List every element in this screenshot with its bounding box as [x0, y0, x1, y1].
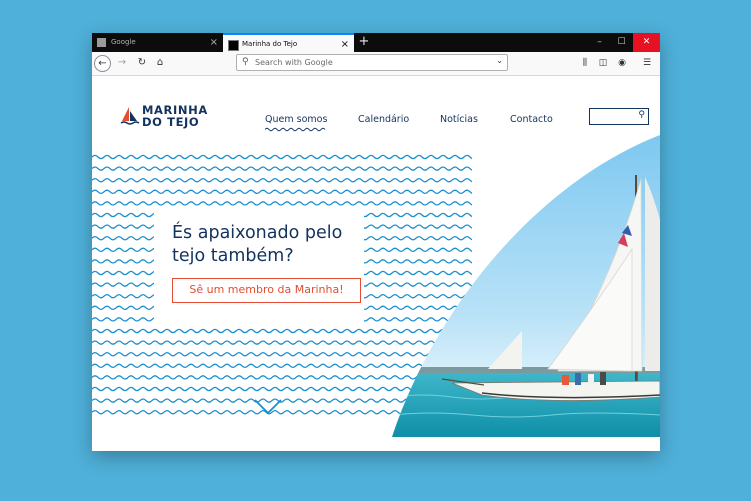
new-tab-button[interactable]: + [355, 33, 373, 52]
back-button[interactable]: ← [94, 55, 111, 72]
minimize-button[interactable]: – [588, 33, 611, 52]
scroll-down-chevron-icon[interactable] [253, 398, 283, 416]
nav-noticias[interactable]: Notícias [440, 114, 478, 125]
browser-toolbar: ← → ↻ ⌂ ⚲ Search with Google ⌄ ⫼ ◫ ◉ ☰ [92, 52, 660, 76]
google-favicon-icon [97, 38, 106, 47]
hero-title-line-1: És apaixonado pelo [172, 223, 343, 243]
home-button[interactable]: ⌂ [152, 55, 168, 71]
nav-calendario[interactable]: Calendário [358, 114, 409, 125]
menu-icon[interactable]: ☰ [640, 56, 654, 70]
tab-title: Marinha do Tejo [242, 40, 298, 48]
logo-line-2: DO TEJO [142, 115, 200, 129]
tab-bar: Google × Marinha do Tejo × + – ☐ ✕ [92, 33, 660, 52]
chevron-down-icon[interactable]: ⌄ [496, 56, 503, 65]
web-page: MARINHA DO TEJO Quem somos Calendário No… [92, 76, 660, 451]
hero-title: És apaixonado pelo tejo também? [172, 222, 372, 268]
address-bar[interactable]: ⚲ Search with Google ⌄ [236, 54, 508, 71]
tab-title: Google [111, 38, 136, 46]
address-placeholder: Search with Google [255, 58, 333, 67]
account-icon[interactable]: ◉ [615, 56, 629, 70]
browser-window: Google × Marinha do Tejo × + – ☐ ✕ ← → ↻… [92, 33, 660, 451]
site-search-input[interactable]: ⚲ [589, 108, 649, 125]
close-icon[interactable]: × [210, 33, 218, 52]
close-icon[interactable]: × [341, 35, 349, 52]
sail-logo-icon [120, 107, 140, 125]
library-icon[interactable]: ⫼ [578, 56, 592, 70]
site-favicon-icon [228, 40, 239, 51]
nav-contacto[interactable]: Contacto [510, 114, 553, 125]
sidebar-icon[interactable]: ◫ [596, 56, 610, 70]
tab-google[interactable]: Google × [92, 33, 223, 52]
search-icon: ⚲ [242, 57, 249, 67]
close-window-button[interactable]: ✕ [633, 33, 660, 52]
active-nav-wave-underline [265, 127, 326, 132]
join-member-button[interactable]: Sê um membro da Marinha! [172, 278, 361, 303]
search-icon[interactable]: ⚲ [638, 110, 645, 120]
nav-quem-somos[interactable]: Quem somos [265, 114, 327, 125]
tab-marinha-do-tejo[interactable]: Marinha do Tejo × [223, 33, 354, 52]
hero-title-line-2: tejo também? [172, 246, 294, 266]
forward-button[interactable]: → [114, 55, 130, 71]
site-logo[interactable]: MARINHA DO TEJO [142, 104, 208, 128]
reload-button[interactable]: ↻ [134, 55, 150, 71]
maximize-button[interactable]: ☐ [610, 33, 633, 52]
sailboat-hero-image [392, 135, 660, 437]
